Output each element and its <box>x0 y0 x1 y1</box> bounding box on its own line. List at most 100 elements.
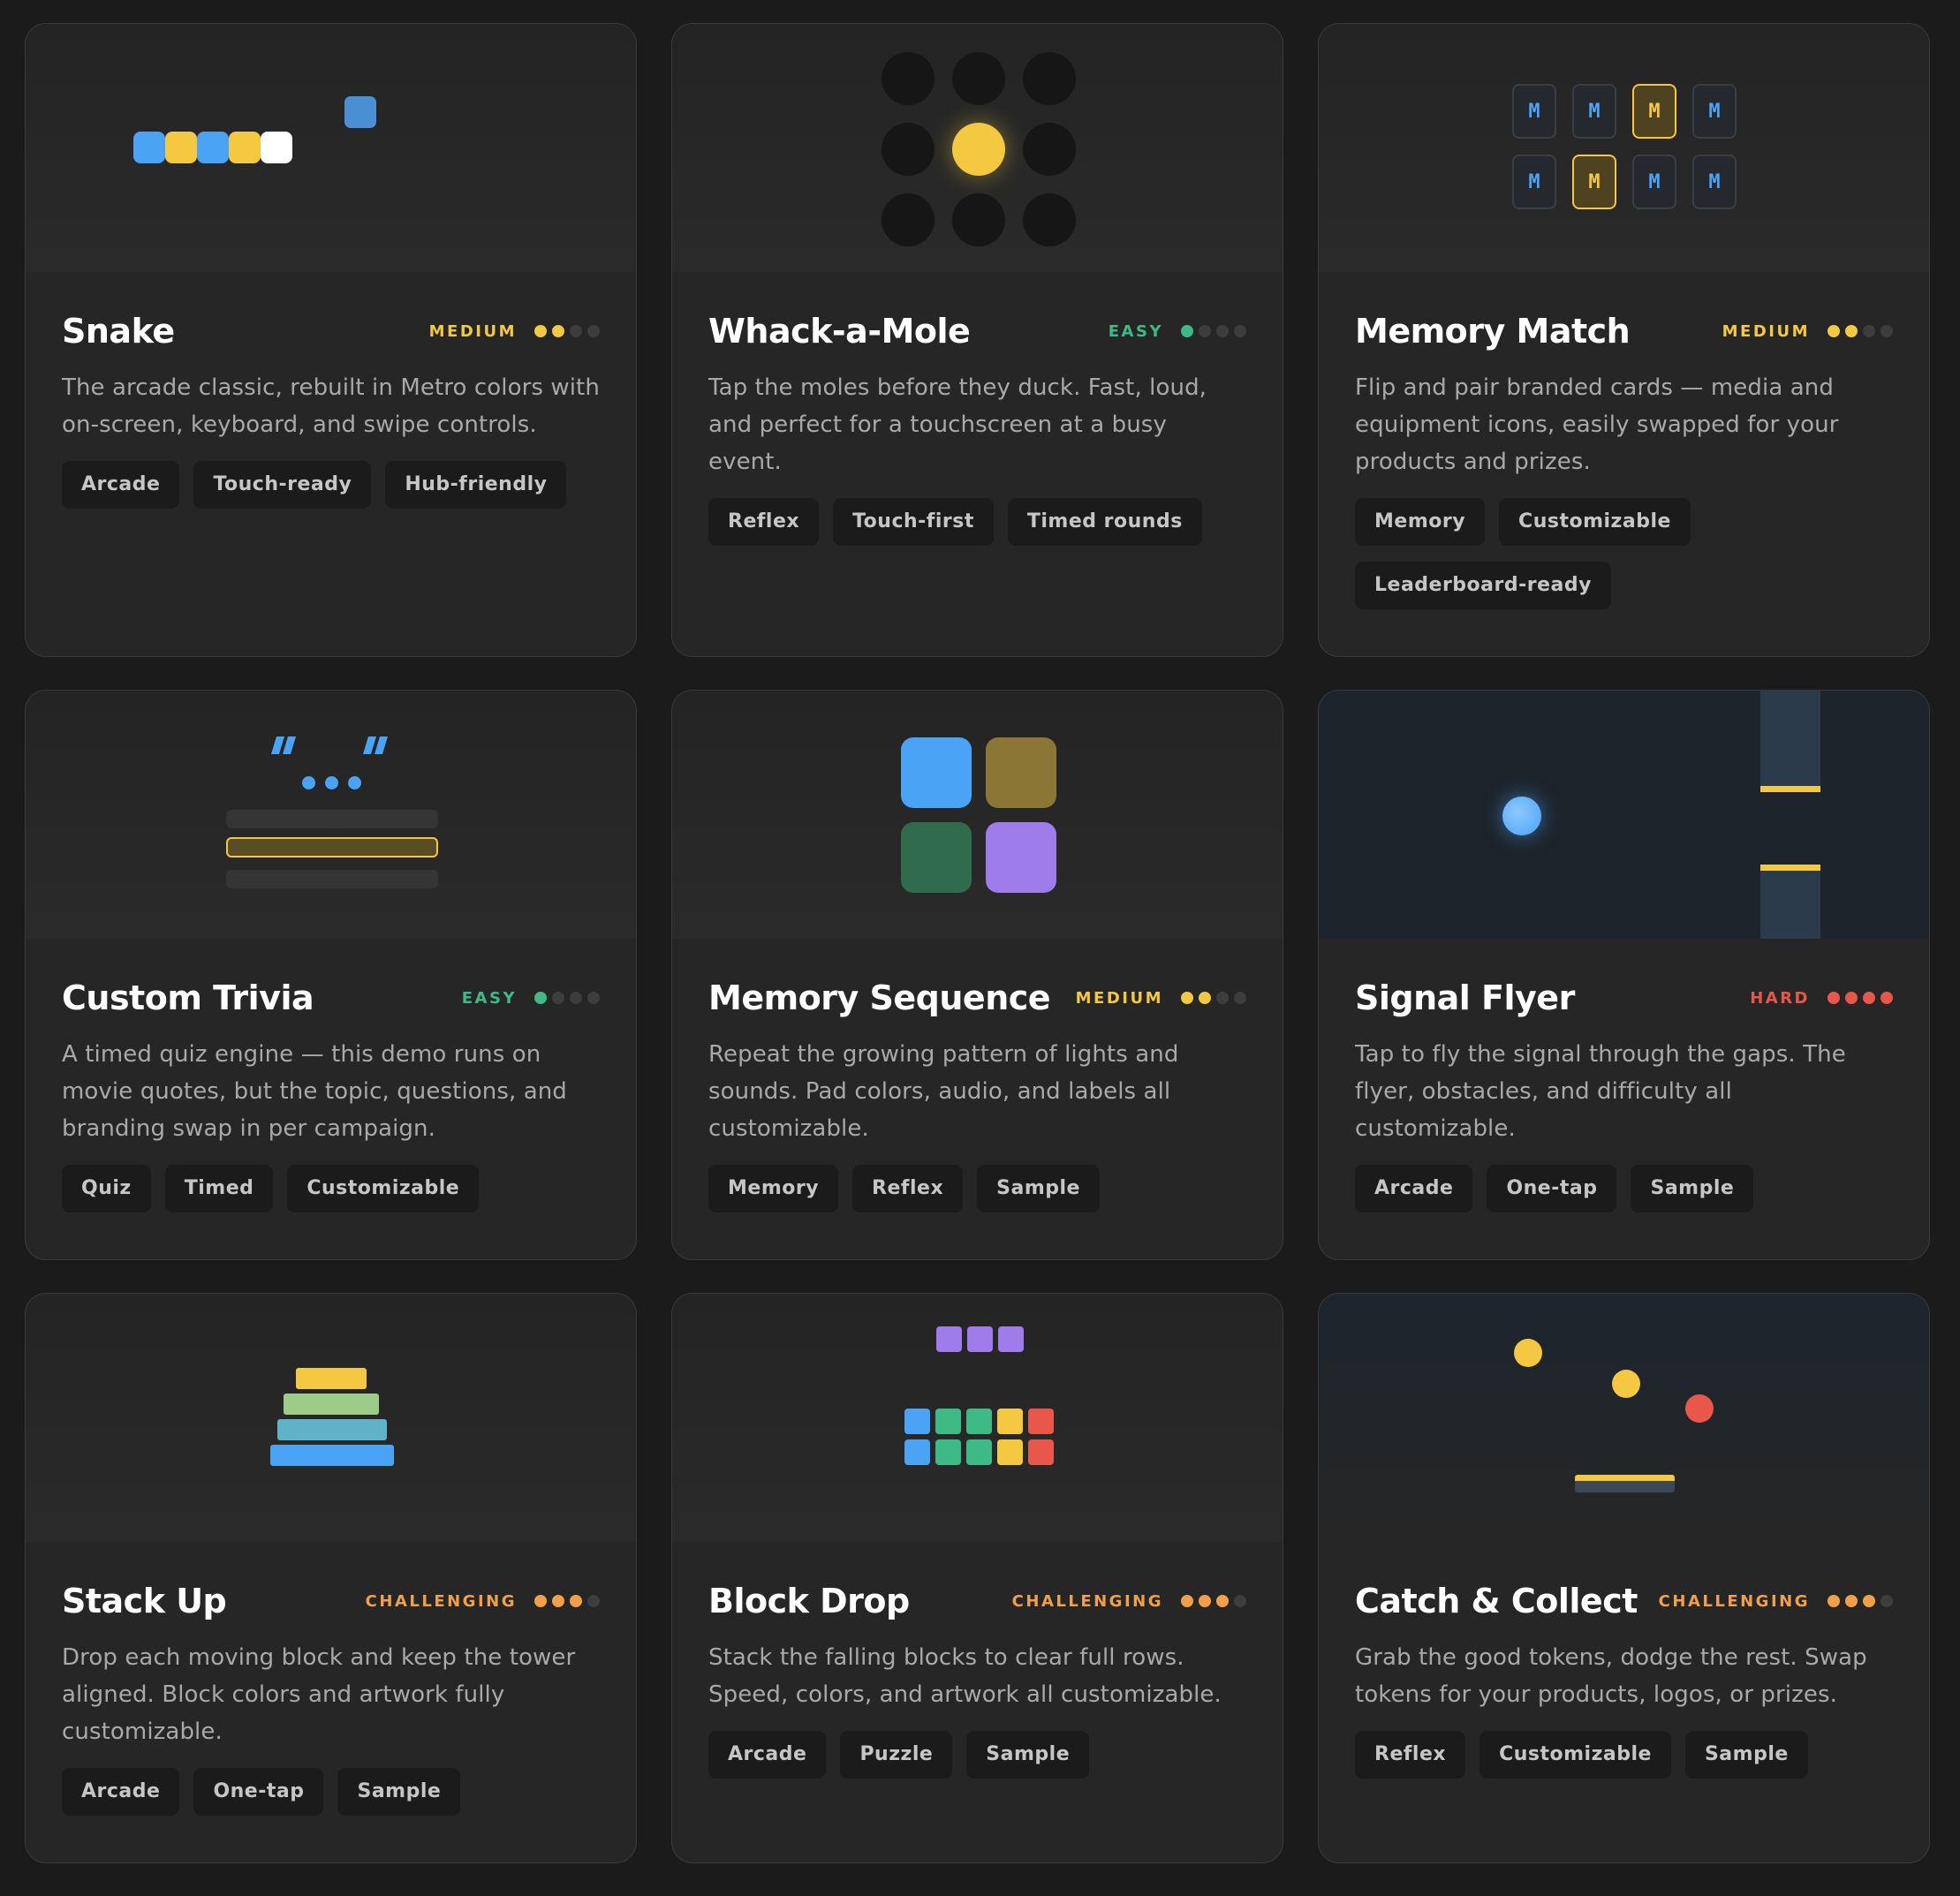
difficulty-pip-filled <box>1845 325 1858 337</box>
difficulty-pip-filled <box>1828 992 1840 1004</box>
tile-letter: M <box>1528 170 1540 193</box>
difficulty-pip-filled <box>1828 325 1840 337</box>
quote-open-icon <box>271 736 301 754</box>
difficulty-pip-filled <box>1199 1595 1211 1607</box>
falling-block <box>998 1326 1024 1352</box>
difficulty-pip-empty <box>587 1595 600 1607</box>
game-card-whack-a-mole[interactable]: Whack-a-Mole EASY Tap the moles before t… <box>671 23 1283 657</box>
game-card-block-drop[interactable]: Block Drop CHALLENGING Stack the falling… <box>671 1293 1283 1863</box>
memory-card-tile: M <box>1632 155 1676 209</box>
difficulty-pip-filled <box>1845 992 1858 1004</box>
tag: Arcade <box>708 1731 827 1779</box>
game-card-catch-and-collect[interactable]: Catch & Collect CHALLENGING Grab the goo… <box>1318 1293 1930 1863</box>
snake-preview <box>26 24 636 272</box>
tag: Sample <box>966 1731 1090 1779</box>
difficulty-pip-filled <box>1881 992 1893 1004</box>
difficulty-indicator: CHALLENGING <box>366 1592 600 1611</box>
difficulty-pip-empty <box>570 992 582 1004</box>
settled-block <box>1028 1439 1054 1465</box>
game-card-custom-trivia[interactable]: Custom Trivia EASY A timed quiz engine —… <box>25 690 637 1260</box>
tag-list: Arcade Touch-ready Hub-friendly <box>62 461 600 509</box>
game-card-memory-match[interactable]: M M M M M M M M Memory Match MEDIUM Flip… <box>1318 23 1930 657</box>
memory-card-tile: M <box>1512 84 1556 139</box>
difficulty-pip-empty <box>1234 992 1246 1004</box>
tag-list: Memory Customizable Leaderboard-ready <box>1355 498 1893 609</box>
settled-block <box>935 1409 961 1434</box>
difficulty-pip-empty <box>1216 992 1229 1004</box>
difficulty-label: CHALLENGING <box>1658 1591 1810 1611</box>
difficulty-pips <box>534 325 600 337</box>
difficulty-pip-empty <box>1234 1595 1246 1607</box>
game-card-stack-up[interactable]: Stack Up CHALLENGING Drop each moving bl… <box>25 1293 637 1863</box>
game-title: Signal Flyer <box>1355 978 1575 1017</box>
difficulty-pips <box>1828 325 1893 337</box>
obstacle-top <box>1760 691 1820 792</box>
difficulty-pips <box>534 992 600 1004</box>
game-description: Tap to fly the signal through the gaps. … <box>1355 1041 1846 1142</box>
snake-segment <box>229 132 261 163</box>
snake-head <box>261 132 292 163</box>
answer-option-selected <box>226 837 438 857</box>
game-title: Whack-a-Mole <box>708 312 971 351</box>
difficulty-pips <box>534 1595 600 1607</box>
mole-hole <box>882 123 935 176</box>
stack-block <box>284 1394 379 1415</box>
difficulty-pip-filled <box>552 325 564 337</box>
tag: Memory <box>1355 498 1486 546</box>
game-title: Memory Sequence <box>708 978 1051 1017</box>
mole-hole <box>1023 123 1076 176</box>
difficulty-pip-filled <box>1828 1595 1840 1607</box>
game-description: Tap the moles before they duck. Fast, lo… <box>708 374 1207 475</box>
difficulty-pip-empty <box>587 325 600 337</box>
tag-list: Reflex Customizable Sample <box>1355 1731 1893 1779</box>
difficulty-pip-filled <box>1199 992 1211 1004</box>
memory-card-tile: M <box>1692 155 1737 209</box>
token-bad <box>1685 1394 1714 1423</box>
tag: Memory <box>708 1165 839 1212</box>
difficulty-pip-filled <box>1181 992 1193 1004</box>
game-description: Flip and pair branded cards — media and … <box>1355 374 1839 475</box>
settled-block <box>1028 1409 1054 1434</box>
difficulty-pip-filled <box>1863 992 1875 1004</box>
settled-block <box>997 1409 1023 1434</box>
game-card-signal-flyer[interactable]: Signal Flyer HARD Tap to fly the signal … <box>1318 690 1930 1260</box>
difficulty-indicator: EASY <box>1109 322 1246 341</box>
game-description: Drop each moving block and keep the towe… <box>62 1644 576 1745</box>
difficulty-label: EASY <box>1108 321 1163 341</box>
tag-list: Quiz Timed Customizable <box>62 1165 600 1212</box>
difficulty-pip-empty <box>587 992 600 1004</box>
difficulty-pip-filled <box>534 325 547 337</box>
tag: Touch-ready <box>193 461 372 509</box>
typing-dot <box>325 776 338 789</box>
game-description: A timed quiz engine — this demo runs on … <box>62 1041 567 1142</box>
memory-card-tile: M <box>1692 84 1737 139</box>
memory-sequence-preview <box>672 691 1283 939</box>
game-description: Grab the good tokens, dodge the rest. Sw… <box>1355 1644 1867 1708</box>
tag: Reflex <box>708 498 820 546</box>
tag: Customizable <box>287 1165 480 1212</box>
tag: Quiz <box>62 1165 151 1212</box>
tag: Touch-first <box>833 498 994 546</box>
snake-segment <box>165 132 197 163</box>
settled-block <box>904 1439 930 1465</box>
difficulty-pip-filled <box>1216 1595 1229 1607</box>
game-title: Snake <box>62 312 175 351</box>
tag: Reflex <box>1355 1731 1466 1779</box>
stack-block <box>277 1419 387 1440</box>
difficulty-pip-empty <box>552 992 564 1004</box>
tag: Sample <box>1684 1731 1808 1779</box>
memory-match-preview: M M M M M M M M <box>1319 24 1929 272</box>
game-card-memory-sequence[interactable]: Memory Sequence MEDIUM Repeat the growin… <box>671 690 1283 1260</box>
sequence-pad-yellow <box>986 737 1056 808</box>
game-description: Stack the falling blocks to clear full r… <box>708 1644 1222 1708</box>
difficulty-indicator: MEDIUM <box>429 322 600 341</box>
quote-close-icon <box>363 736 393 754</box>
difficulty-pip-empty <box>1863 325 1875 337</box>
game-title: Memory Match <box>1355 312 1631 351</box>
difficulty-pip-empty <box>1234 325 1246 337</box>
game-card-snake[interactable]: Snake MEDIUM The arcade classic, rebuilt… <box>25 23 637 657</box>
custom-trivia-preview <box>26 691 636 939</box>
game-title: Stack Up <box>62 1582 227 1620</box>
catch-collect-preview <box>1319 1294 1929 1542</box>
difficulty-pip-empty <box>1881 325 1893 337</box>
